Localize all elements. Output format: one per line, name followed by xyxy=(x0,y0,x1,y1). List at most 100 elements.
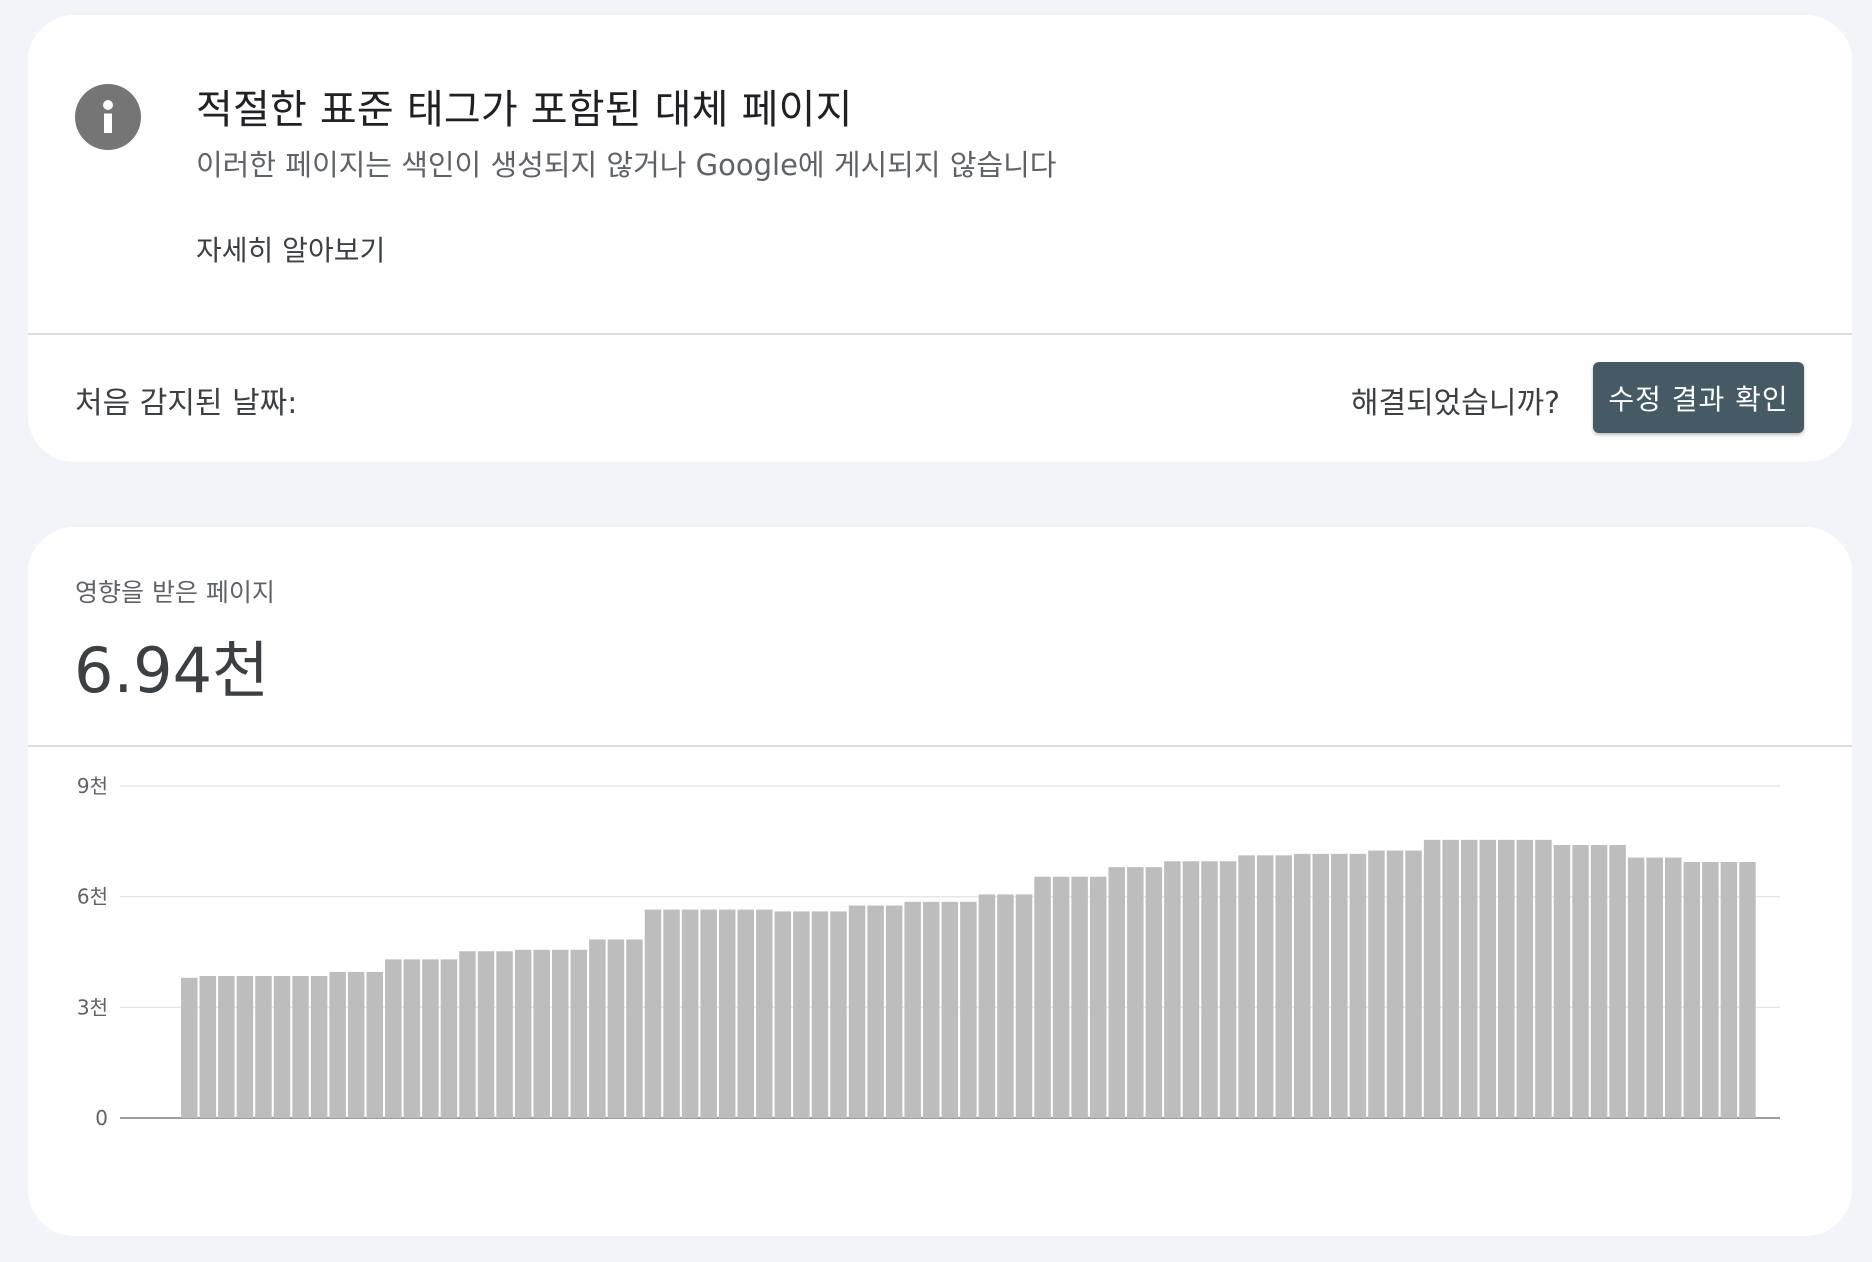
chart-bar[interactable] xyxy=(1238,855,1255,1118)
chart-bar[interactable] xyxy=(255,975,272,1118)
chart-bar[interactable] xyxy=(1256,855,1274,1118)
y-tick-label: 3천 xyxy=(77,995,108,1019)
chart-bar[interactable] xyxy=(756,909,773,1118)
chart-bar[interactable] xyxy=(1312,853,1330,1118)
chart-bar[interactable] xyxy=(366,971,384,1118)
chart-bar[interactable] xyxy=(774,911,792,1118)
chart-bar[interactable] xyxy=(1164,861,1181,1118)
chart-bar[interactable] xyxy=(923,901,940,1118)
chart-bar[interactable] xyxy=(960,901,977,1118)
chart-bar[interactable] xyxy=(1015,894,1033,1118)
chart-bar[interactable] xyxy=(848,905,866,1118)
affected-pages-card: 영향을 받은 페이지 6.94천 0 3천 6천 9천 xyxy=(28,527,1852,1236)
chart-bar[interactable] xyxy=(663,909,680,1118)
chart-bar[interactable] xyxy=(681,909,699,1118)
chart-bar[interactable] xyxy=(1479,839,1497,1118)
chart-bar[interactable] xyxy=(1386,850,1404,1118)
chart-bar[interactable] xyxy=(385,959,402,1118)
chart-bar[interactable] xyxy=(552,949,569,1118)
chart-bar[interactable] xyxy=(1646,857,1663,1118)
chart-bar[interactable] xyxy=(1219,861,1237,1118)
chart-bar[interactable] xyxy=(1071,876,1088,1118)
chart-bar[interactable] xyxy=(941,901,959,1118)
chart-bar[interactable] xyxy=(347,971,365,1118)
chart-bar[interactable] xyxy=(793,911,810,1118)
chart-bar[interactable] xyxy=(533,949,550,1118)
chart-bar[interactable] xyxy=(589,939,606,1118)
chart-bar[interactable] xyxy=(1553,845,1571,1118)
chart-bar[interactable] xyxy=(477,951,495,1118)
chart-bar[interactable] xyxy=(1627,857,1645,1118)
chart-bar[interactable] xyxy=(718,909,736,1118)
chart-bar[interactable] xyxy=(422,959,439,1118)
chart-bar[interactable] xyxy=(1572,845,1589,1118)
chart-bar[interactable] xyxy=(1368,850,1385,1118)
chart-bar[interactable] xyxy=(997,894,1014,1118)
chart-bar[interactable] xyxy=(514,949,532,1118)
chart-bar[interactable] xyxy=(1498,839,1515,1118)
chart-bar[interactable] xyxy=(830,911,847,1118)
chart-bar[interactable] xyxy=(885,905,903,1118)
chart-bar[interactable] xyxy=(1423,839,1441,1118)
chart-bar[interactable] xyxy=(700,909,717,1118)
chart-bar[interactable] xyxy=(292,975,309,1118)
chart-bar[interactable] xyxy=(867,905,884,1118)
chart-bar[interactable] xyxy=(496,951,513,1118)
chart-bar[interactable] xyxy=(1145,867,1163,1118)
chart-bar[interactable] xyxy=(403,959,421,1118)
chart-bar[interactable] xyxy=(1108,867,1126,1118)
chart-bar[interactable] xyxy=(1609,845,1626,1118)
chart-bar[interactable] xyxy=(310,975,328,1118)
chart-bar[interactable] xyxy=(626,939,643,1118)
chart-bar[interactable] xyxy=(1739,861,1756,1118)
chart-bar[interactable] xyxy=(199,975,217,1118)
chart-bar[interactable] xyxy=(273,975,291,1118)
chart-bar[interactable] xyxy=(1665,857,1682,1118)
chart-bar[interactable] xyxy=(904,901,921,1118)
affected-pages-value: 6.94천 xyxy=(74,634,270,707)
divider xyxy=(28,333,1852,335)
chart-bar[interactable] xyxy=(459,951,476,1118)
chart-bar[interactable] xyxy=(1516,839,1534,1118)
chart-bar[interactable] xyxy=(1460,839,1478,1118)
divider xyxy=(28,745,1852,747)
first-detected-label: 처음 감지된 날짜: xyxy=(75,386,298,421)
chart-bar[interactable] xyxy=(1201,861,1218,1118)
chart-bar[interactable] xyxy=(644,909,662,1118)
issue-card: 적절한 표준 태그가 포함된 대체 페이지 이러한 페이지는 색인이 생성되지 … xyxy=(28,15,1852,462)
y-tick-label: 9천 xyxy=(77,774,108,798)
affected-pages-bar-chart: 0 3천 6천 9천 xyxy=(77,774,1780,1130)
chart-bar[interactable] xyxy=(329,971,346,1118)
chart-bar[interactable] xyxy=(1683,861,1701,1118)
chart-bar[interactable] xyxy=(218,975,235,1118)
chart-bar[interactable] xyxy=(570,949,588,1118)
chart-bar[interactable] xyxy=(1275,855,1292,1118)
chart-bar[interactable] xyxy=(1405,850,1422,1118)
chart-bar[interactable] xyxy=(1331,853,1348,1118)
chart-bar[interactable] xyxy=(1349,853,1367,1118)
validate-fix-button[interactable]: 수정 결과 확인 xyxy=(1593,362,1804,433)
chart-bar[interactable] xyxy=(1182,861,1200,1118)
chart-bar[interactable] xyxy=(440,959,458,1118)
issue-subtitle: 이러한 페이지는 색인이 생성되지 않거나 Google에 게시되지 않습니다 xyxy=(196,148,1057,182)
chart-bar[interactable] xyxy=(181,977,198,1118)
chart-bar[interactable] xyxy=(1702,861,1719,1118)
chart-bar[interactable] xyxy=(1442,839,1459,1118)
chart-bar[interactable] xyxy=(1052,876,1070,1118)
chart-bar[interactable] xyxy=(1535,839,1552,1118)
chart-bar[interactable] xyxy=(1590,845,1608,1118)
chart-bar[interactable] xyxy=(236,975,254,1118)
affected-pages-label: 영향을 받은 페이지 xyxy=(75,578,275,607)
y-tick-label: 0 xyxy=(95,1106,108,1130)
chart-bar[interactable] xyxy=(1089,876,1107,1118)
chart-bar[interactable] xyxy=(1294,853,1311,1118)
chart-bar[interactable] xyxy=(1127,867,1144,1118)
chart-bar[interactable] xyxy=(607,939,625,1118)
chart-bar[interactable] xyxy=(737,909,755,1118)
learn-more-link[interactable]: 자세히 알아보기 xyxy=(196,229,385,269)
chart-bar[interactable] xyxy=(978,894,996,1118)
chart-bar[interactable] xyxy=(1034,876,1051,1118)
info-icon xyxy=(75,84,141,150)
chart-bar[interactable] xyxy=(1720,861,1738,1118)
chart-bar[interactable] xyxy=(811,911,829,1118)
